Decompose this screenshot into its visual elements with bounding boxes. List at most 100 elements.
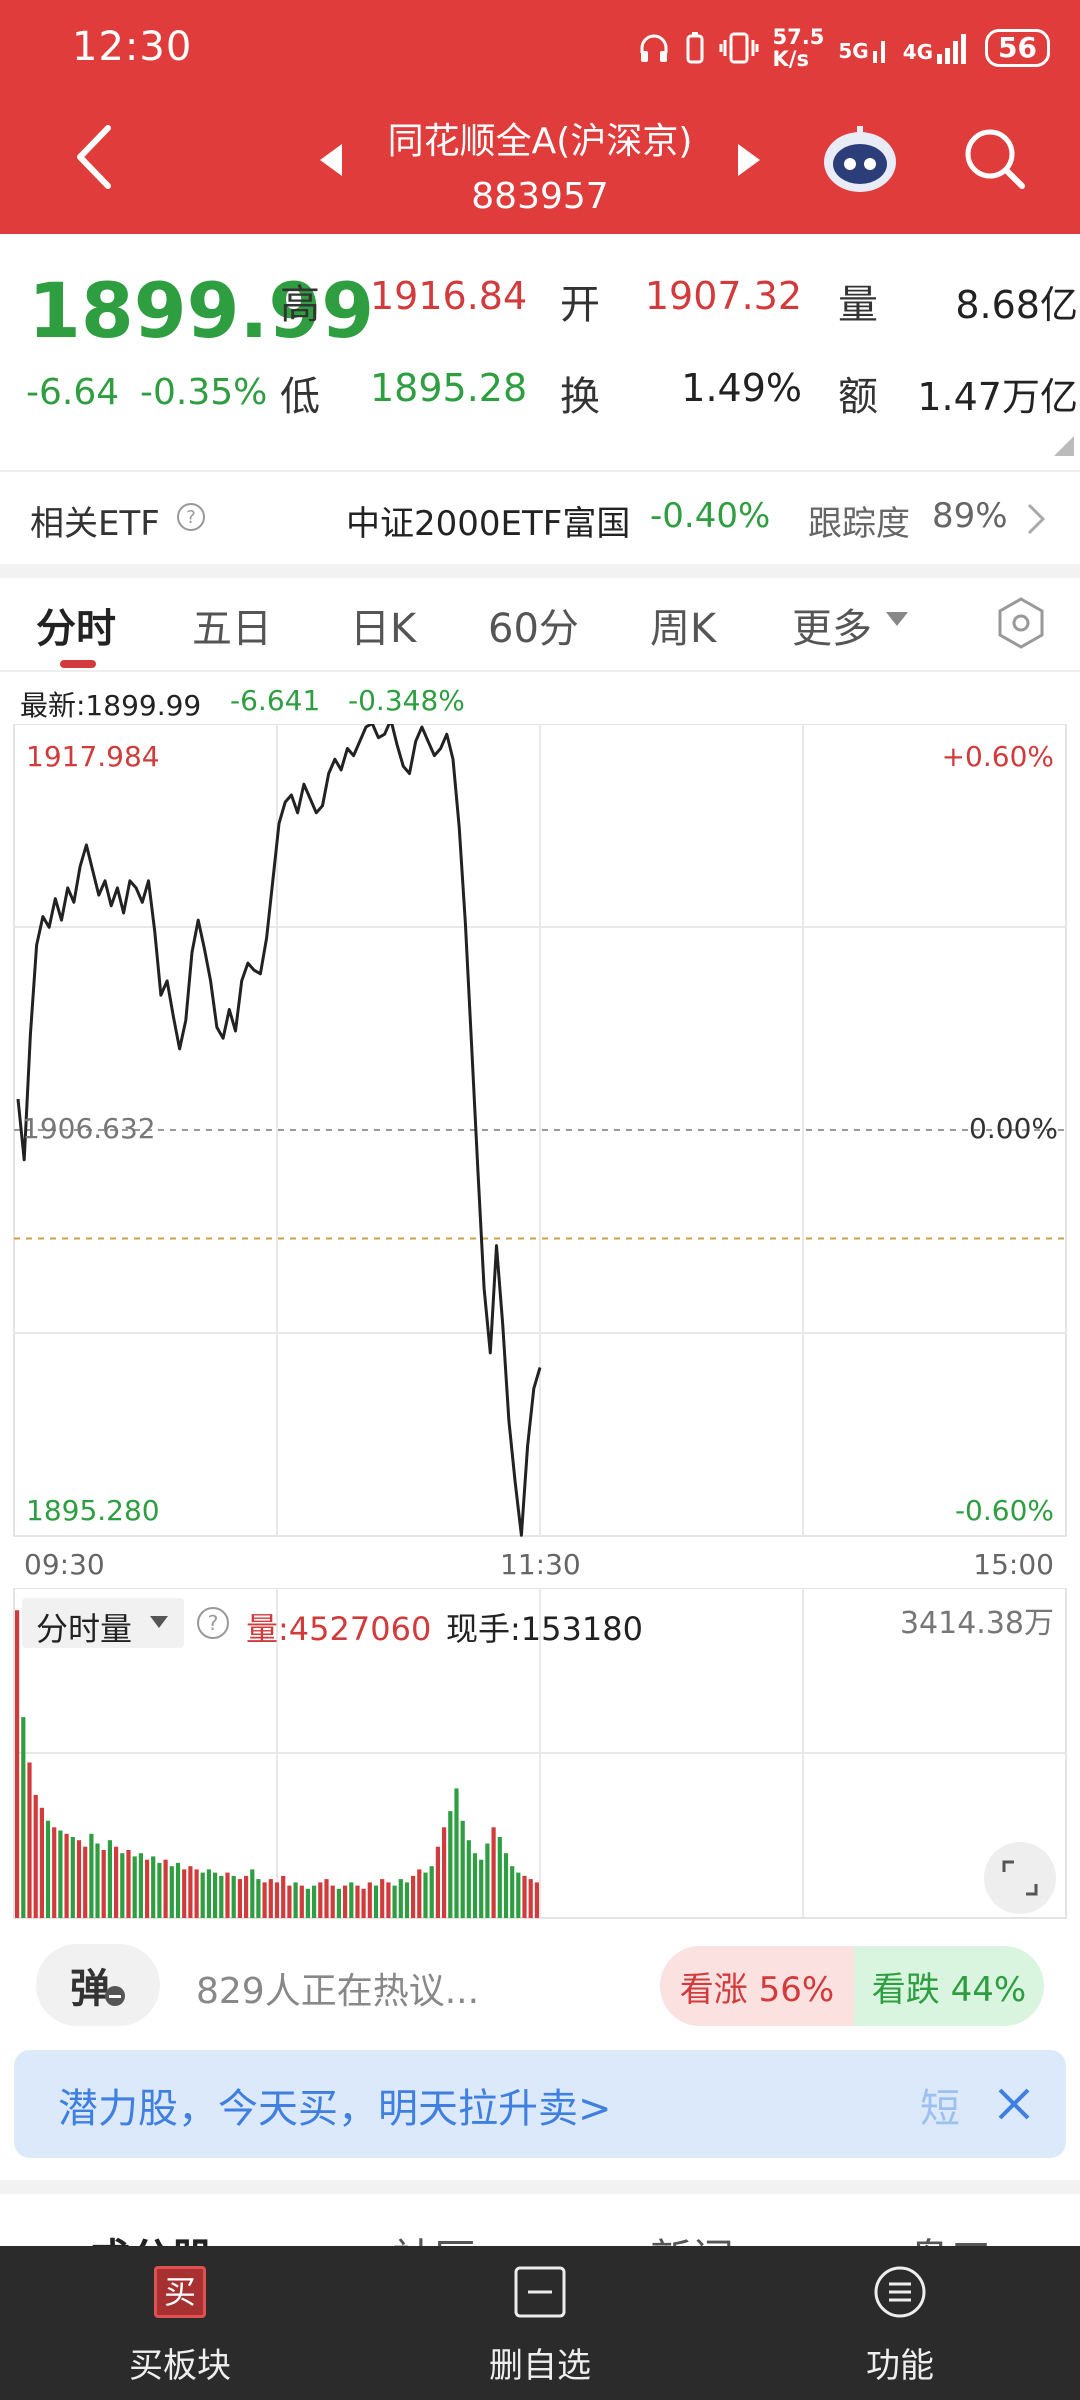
top-header: 12:30 57.5 K/s 5G 4G 56 同花顺全A(沪深京) 88395… (0, 0, 1080, 234)
robot-assistant-icon[interactable] (822, 124, 898, 194)
volume-bar (219, 1875, 224, 1918)
volume-qty: 量:4527060 (246, 1610, 432, 1648)
volume-bar (132, 1856, 137, 1918)
volume-bar (175, 1862, 181, 1918)
y-min-label: 1895.280 (26, 1494, 160, 1527)
volume-bar (21, 1717, 26, 1918)
volume-bar (460, 1820, 465, 1918)
low-label: 低 (280, 374, 320, 420)
volume-bar (491, 1827, 496, 1918)
tab-more[interactable]: 更多 (792, 596, 872, 654)
volume-bar (237, 1879, 242, 1918)
volume-bar (145, 1859, 150, 1918)
volume-bar (330, 1885, 335, 1918)
volume-max-label: 3414.38万 (899, 1606, 1054, 1641)
tab-daily-k[interactable]: 日K (350, 596, 416, 654)
volume-bar (324, 1879, 329, 1918)
nav-label: 功能 (866, 2346, 934, 2386)
vote-up-button[interactable]: 看涨 56% (660, 1946, 854, 2026)
nav-buy-sector[interactable]: 买 买板块 (80, 2246, 280, 2400)
vibrate-icon (719, 32, 759, 64)
net-speed-value: 57.5 (772, 25, 825, 49)
volume-bar (76, 1840, 82, 1918)
danmu-button[interactable]: 弹 (36, 1944, 160, 2026)
open-value: 1907.32 (644, 274, 802, 318)
etf-name: 中证2000ETF富国 (346, 504, 631, 544)
signal-5g-icon (872, 41, 885, 63)
volume-bar (58, 1830, 63, 1918)
tab-60min[interactable]: 60分 (488, 596, 579, 654)
settings-hexagon-icon[interactable] (994, 596, 1048, 650)
etf-label: 相关ETF (30, 504, 160, 544)
vote-down-button[interactable]: 看跌 44% (854, 1946, 1044, 2026)
promo-banner[interactable]: 潜力股，今天买，明天拉升卖> 短 (14, 2050, 1066, 2158)
related-etf-row[interactable]: 相关ETF ? 中证2000ETF富国 -0.40% 跟踪度 89% (0, 472, 1080, 564)
price-change: -6.64 (26, 372, 120, 413)
search-icon[interactable] (962, 126, 1028, 192)
x-tick-noon: 11:30 (500, 1548, 581, 1581)
latest-change: -6.641 (230, 684, 321, 717)
intraday-price-chart[interactable] (0, 724, 1080, 1538)
help-icon[interactable]: ? (176, 502, 206, 532)
volume-bar (188, 1866, 193, 1918)
volume-bar (404, 1882, 410, 1918)
section-gap (0, 2180, 1080, 2194)
high-label: 高 (280, 282, 320, 328)
volume-bar (510, 1866, 515, 1918)
volume-bar (213, 1872, 218, 1918)
volume-bar (503, 1853, 509, 1918)
volume-bar (169, 1866, 174, 1918)
tracking-value: 89% (932, 496, 1008, 536)
volume-bar (497, 1837, 502, 1918)
svg-text:?: ? (208, 1611, 219, 1635)
nav-remove-watchlist[interactable]: 删自选 (440, 2246, 640, 2400)
divider (0, 670, 1080, 672)
volume-bar (386, 1882, 391, 1918)
volume-bar (373, 1885, 379, 1918)
dropdown-triangle-icon (886, 612, 908, 626)
latest-change-pct: -0.348% (348, 684, 465, 717)
net-speed-unit: K/s (772, 47, 809, 71)
active-tab-indicator (60, 660, 96, 668)
next-triangle-icon[interactable] (736, 142, 762, 178)
expand-corner-icon[interactable] (1054, 436, 1074, 456)
status-icons: 57.5 K/s 5G 4G 56 (637, 26, 1050, 70)
fullscreen-icon (1002, 1860, 1038, 1896)
tab-weekly-k[interactable]: 周K (650, 596, 716, 654)
volume-bar (472, 1853, 478, 1918)
volume-bar (355, 1885, 360, 1918)
signal-4g: 4G (903, 32, 971, 64)
fullscreen-button[interactable] (984, 1842, 1056, 1914)
banner-text: 潜力股，今天买，明天拉升卖> (58, 2086, 612, 2132)
volume-bar (534, 1882, 539, 1918)
volume-bar (522, 1875, 527, 1918)
battery-indicator: 56 (985, 29, 1050, 67)
volume-bar (423, 1872, 428, 1918)
volume-bar (398, 1879, 403, 1918)
stock-code: 883957 (471, 176, 609, 217)
volume-bar (466, 1840, 471, 1918)
volume-bar (429, 1866, 434, 1918)
volume-bar (343, 1885, 348, 1918)
nav-functions[interactable]: 功能 (800, 2246, 1000, 2400)
volume-value: 8.68亿 (955, 283, 1078, 327)
volume-bar (138, 1853, 143, 1918)
help-icon[interactable]: ? (196, 1606, 230, 1640)
discussion-count[interactable]: 829人正在热议... (196, 1962, 479, 2014)
y-max-label: 1917.984 (26, 740, 160, 773)
section-gap (0, 564, 1080, 578)
pct-mid-label: 0.00% (969, 1112, 1058, 1145)
volume-bar (312, 1885, 317, 1918)
volume-bar (336, 1888, 341, 1918)
tab-minute[interactable]: 分时 (36, 596, 116, 654)
volume-bar (225, 1872, 230, 1918)
volume-label: 量 (838, 282, 878, 328)
volume-bar (70, 1837, 75, 1918)
volume-selector[interactable]: 分时量 (22, 1598, 184, 1648)
tab-five-day[interactable]: 五日 (192, 596, 272, 654)
close-icon[interactable] (994, 2084, 1034, 2124)
volume-bar (454, 1788, 459, 1918)
volume-bar (442, 1827, 447, 1918)
volume-bar (305, 1888, 310, 1918)
volume-bar (52, 1827, 57, 1918)
